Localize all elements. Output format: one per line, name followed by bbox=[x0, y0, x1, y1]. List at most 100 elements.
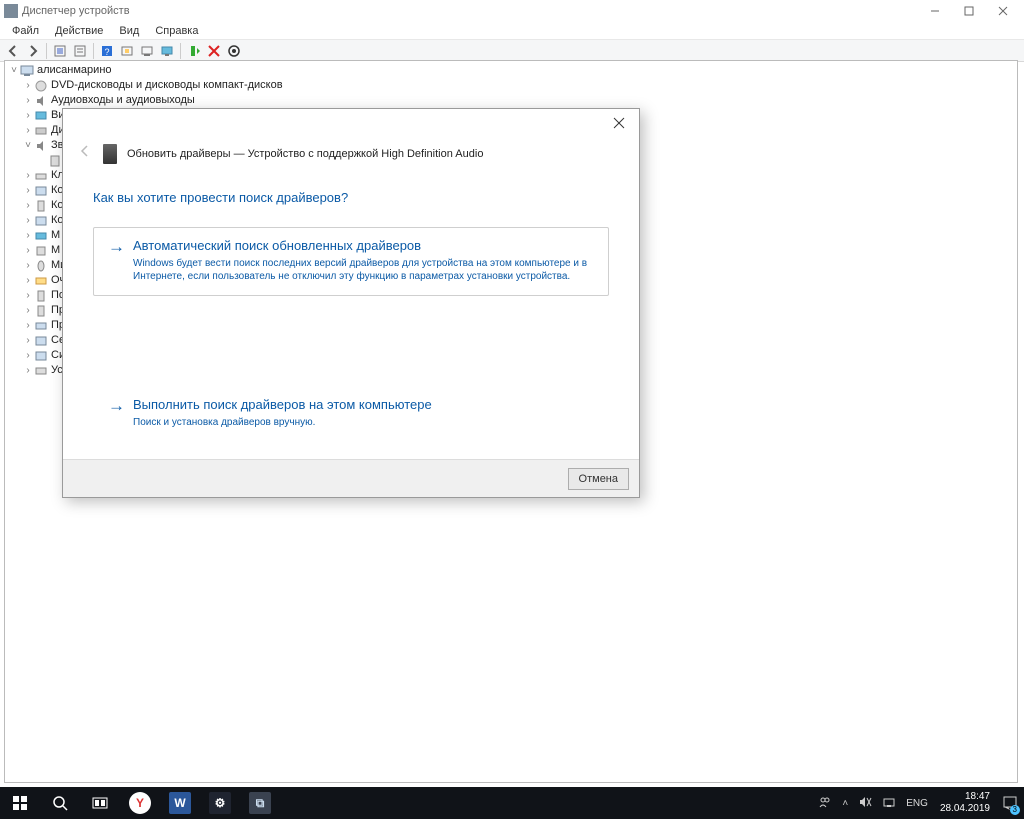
option-description: Поиск и установка драйверов вручную. bbox=[133, 416, 593, 429]
option-title: Выполнить поиск драйверов на этом компью… bbox=[133, 397, 432, 412]
toolbar-separator bbox=[180, 43, 181, 59]
expand-icon[interactable]: › bbox=[23, 348, 33, 363]
update-driver-dialog: Обновить драйверы — Устройство с поддерж… bbox=[62, 108, 640, 498]
expand-icon[interactable]: › bbox=[23, 78, 33, 93]
collapse-icon[interactable]: ˅ bbox=[9, 63, 19, 78]
tree-root[interactable]: ˅ алисанмарино bbox=[9, 63, 1017, 78]
dialog-title: Обновить драйверы — Устройство с поддерж… bbox=[127, 148, 483, 160]
expand-icon[interactable]: › bbox=[23, 288, 33, 303]
expand-icon[interactable]: › bbox=[23, 333, 33, 348]
generic-icon bbox=[34, 274, 48, 288]
expand-icon[interactable]: › bbox=[23, 258, 33, 273]
scan-button[interactable] bbox=[118, 42, 136, 60]
option-browse-computer[interactable]: → Выполнить поиск драйверов на этом комп… bbox=[93, 386, 609, 442]
taskbar-app-settings[interactable]: ⚙ bbox=[200, 787, 240, 819]
back-button[interactable] bbox=[4, 42, 22, 60]
people-icon[interactable] bbox=[818, 795, 832, 812]
expand-icon[interactable]: › bbox=[23, 303, 33, 318]
back-arrow-icon[interactable] bbox=[77, 143, 93, 164]
close-button[interactable] bbox=[986, 0, 1020, 22]
tree-item-label: Ус bbox=[51, 363, 63, 378]
expand-icon[interactable]: › bbox=[23, 273, 33, 288]
taskbar-app-yandex[interactable]: Y bbox=[120, 787, 160, 819]
option-auto-search[interactable]: → Автоматический поиск обновленных драйв… bbox=[93, 227, 609, 296]
language-indicator[interactable]: ENG bbox=[906, 798, 928, 809]
expand-icon[interactable]: › bbox=[23, 213, 33, 228]
generic-icon bbox=[34, 244, 48, 258]
generic-icon bbox=[34, 184, 48, 198]
expand-icon[interactable]: › bbox=[23, 93, 33, 108]
start-button[interactable] bbox=[0, 787, 40, 819]
device-icon bbox=[103, 144, 117, 164]
menu-action[interactable]: Действие bbox=[47, 25, 111, 37]
drive-icon bbox=[34, 124, 48, 138]
tree-item[interactable]: ›Аудиовходы и аудиовыходы bbox=[9, 93, 1017, 108]
expand-icon[interactable]: › bbox=[23, 243, 33, 258]
expand-icon[interactable]: › bbox=[23, 318, 33, 333]
dialog-titlebar bbox=[63, 109, 639, 137]
arrow-right-icon: → bbox=[108, 397, 125, 414]
tree-item-label: DVD-дисководы и дисководы компакт-дисков bbox=[51, 78, 283, 93]
generic-icon bbox=[34, 289, 48, 303]
show-hidden-button[interactable] bbox=[51, 42, 69, 60]
disable-button[interactable] bbox=[205, 42, 223, 60]
keyboard-icon bbox=[34, 169, 48, 183]
network-icon[interactable] bbox=[882, 795, 896, 812]
toolbar-separator bbox=[93, 43, 94, 59]
generic-icon bbox=[34, 229, 48, 243]
generic-icon bbox=[34, 349, 48, 363]
tree-root-label: алисанмарино bbox=[37, 63, 112, 78]
search-button[interactable] bbox=[40, 787, 80, 819]
taskbar-app-word[interactable]: W bbox=[160, 787, 200, 819]
menu-file[interactable]: Файл bbox=[4, 25, 47, 37]
clock-date: 28.04.2019 bbox=[940, 803, 990, 815]
menu-view[interactable]: Вид bbox=[111, 25, 147, 37]
clock[interactable]: 18:47 28.04.2019 bbox=[934, 791, 996, 815]
minimize-button[interactable] bbox=[918, 0, 952, 22]
forward-button[interactable] bbox=[24, 42, 42, 60]
tree-item[interactable]: › DVD-дисководы и дисководы компакт-диско… bbox=[9, 78, 1017, 93]
sound-icon bbox=[34, 139, 48, 153]
expand-icon[interactable]: › bbox=[23, 123, 33, 138]
titlebar: Диспетчер устройств bbox=[0, 0, 1024, 22]
help-button[interactable]: ? bbox=[98, 42, 116, 60]
dialog-close-button[interactable] bbox=[605, 111, 633, 135]
tray-chevron-icon[interactable]: ˄ bbox=[842, 798, 848, 809]
collapse-icon[interactable]: ˅ bbox=[23, 138, 33, 153]
toolbar: ? bbox=[0, 40, 1024, 62]
dialog-footer: Отмена bbox=[63, 459, 639, 497]
notifications-button[interactable]: 3 bbox=[996, 787, 1024, 819]
svg-text:?: ? bbox=[104, 47, 109, 57]
generic-icon bbox=[34, 334, 48, 348]
dialog-question: Как вы хотите провести поиск драйверов? bbox=[63, 164, 639, 205]
cancel-button[interactable]: Отмена bbox=[568, 468, 629, 490]
uninstall-button[interactable] bbox=[225, 42, 243, 60]
app-icon bbox=[4, 4, 18, 18]
generic-icon bbox=[34, 319, 48, 333]
device-icon bbox=[48, 154, 62, 168]
expand-icon[interactable]: › bbox=[23, 228, 33, 243]
option-description: Windows будет вести поиск последних верс… bbox=[133, 257, 593, 283]
expand-icon[interactable]: › bbox=[23, 183, 33, 198]
expand-icon[interactable]: › bbox=[23, 198, 33, 213]
expand-icon[interactable]: › bbox=[23, 168, 33, 183]
mouse-icon bbox=[34, 259, 48, 273]
expand-icon[interactable]: › bbox=[23, 363, 33, 378]
expand-icon[interactable]: › bbox=[23, 108, 33, 123]
taskbar: Y W ⚙ ⧉ ˄ ENG 18:47 28.04.2019 3 bbox=[0, 787, 1024, 819]
menubar: Файл Действие Вид Справка bbox=[0, 22, 1024, 40]
system-tray[interactable]: ˄ ENG bbox=[812, 795, 934, 812]
update-button[interactable] bbox=[138, 42, 156, 60]
volume-icon[interactable] bbox=[858, 795, 872, 812]
monitor-button[interactable] bbox=[158, 42, 176, 60]
tree-item-label: М bbox=[51, 243, 60, 258]
taskview-button[interactable] bbox=[80, 787, 120, 819]
enable-button[interactable] bbox=[185, 42, 203, 60]
properties-button[interactable] bbox=[71, 42, 89, 60]
menu-help[interactable]: Справка bbox=[147, 25, 206, 37]
arrow-right-icon: → bbox=[108, 238, 125, 255]
taskbar-app-devmgr[interactable]: ⧉ bbox=[240, 787, 280, 819]
maximize-button[interactable] bbox=[952, 0, 986, 22]
notification-badge: 3 bbox=[1010, 805, 1020, 815]
tree-item-label: М bbox=[51, 228, 60, 243]
